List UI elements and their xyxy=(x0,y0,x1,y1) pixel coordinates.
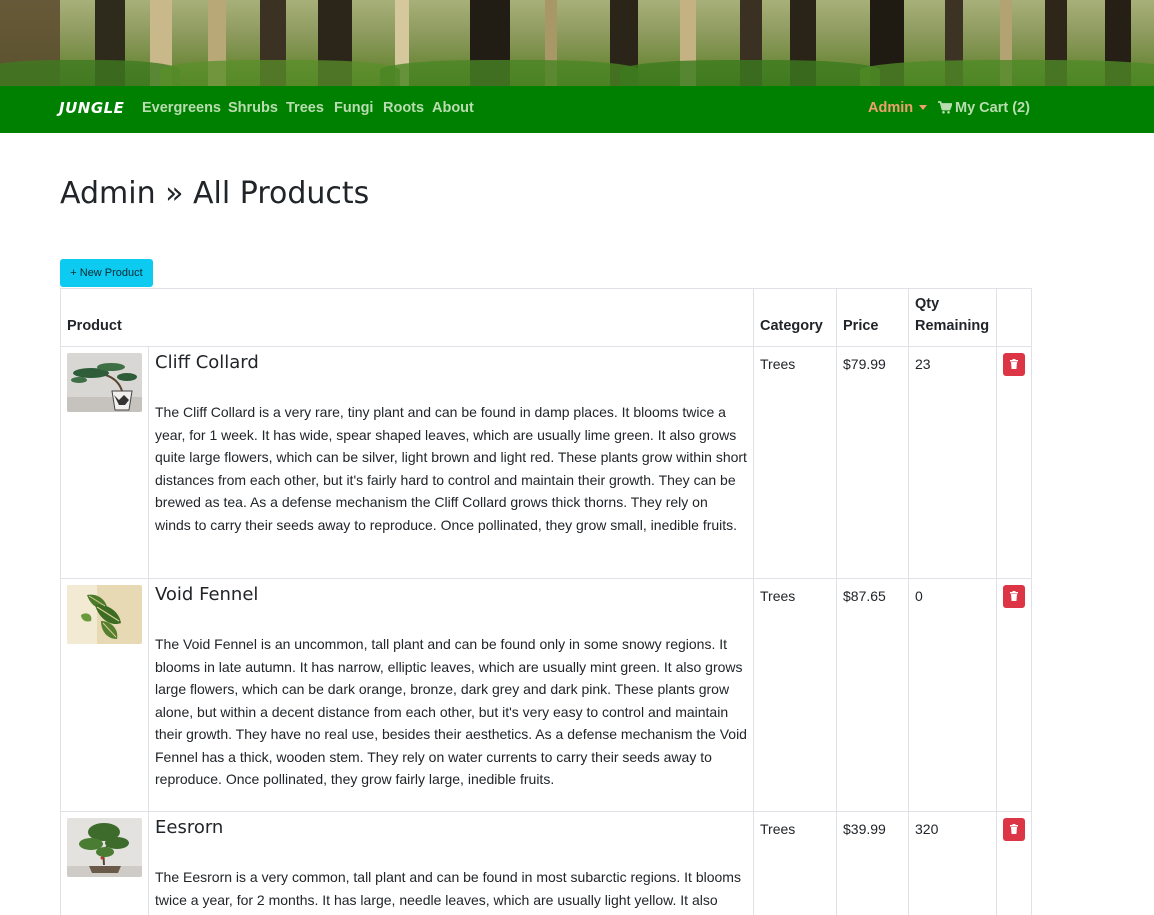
product-price-cell: $87.65 xyxy=(836,578,909,812)
header-qty-remaining: Qty Remaining xyxy=(908,288,997,347)
product-category-cell: Trees xyxy=(753,811,837,915)
product-price-cell: $79.99 xyxy=(836,346,909,579)
product-image-cell xyxy=(60,346,149,579)
product-qty: 23 xyxy=(915,356,931,372)
product-actions-cell xyxy=(996,578,1032,812)
trash-icon xyxy=(1010,359,1018,369)
nav-link-trees[interactable]: Trees xyxy=(286,100,324,116)
product-qty-cell: 0 xyxy=(908,578,997,812)
nav-link-shrubs[interactable]: Shrubs xyxy=(228,100,278,116)
product-image-cell xyxy=(60,811,149,915)
nav-link-about[interactable]: About xyxy=(432,100,474,116)
nav-link-roots[interactable]: Roots xyxy=(383,100,424,116)
product-qty-cell: 23 xyxy=(908,346,997,579)
new-product-button[interactable]: + New Product xyxy=(60,259,153,287)
product-name[interactable]: Eesrorn xyxy=(155,817,747,839)
product-actions-cell xyxy=(996,811,1032,915)
product-image[interactable] xyxy=(67,353,142,412)
my-cart-link[interactable]: My Cart (2) xyxy=(938,100,1030,116)
my-cart-label: My Cart (2) xyxy=(955,100,1030,116)
product-price: $87.65 xyxy=(843,588,886,604)
product-category-cell: Trees xyxy=(753,346,837,579)
brand-logo[interactable]: JUNGLE xyxy=(59,99,124,117)
delete-product-button[interactable] xyxy=(1003,585,1025,608)
product-info-cell: Cliff Collard The Cliff Collard is a ver… xyxy=(148,346,754,579)
nav-link-evergreens[interactable]: Evergreens xyxy=(142,100,221,116)
admin-dropdown[interactable]: Admin xyxy=(868,100,928,116)
trash-icon xyxy=(1010,591,1018,601)
top-navbar: JUNGLE Evergreens Shrubs Trees Fungi Roo… xyxy=(0,86,1154,133)
header-price: Price xyxy=(836,288,909,347)
product-description: The Void Fennel is an uncommon, tall pla… xyxy=(155,636,747,787)
product-info-cell: Void Fennel The Void Fennel is an uncomm… xyxy=(148,578,754,812)
header-category: Category xyxy=(753,288,837,347)
product-image[interactable] xyxy=(67,585,142,644)
product-category-cell: Trees xyxy=(753,578,837,812)
product-qty: 320 xyxy=(915,821,939,837)
product-price: $79.99 xyxy=(843,356,886,372)
page-title: Admin » All Products xyxy=(60,176,370,211)
product-description: The Eesrorn is a very common, tall plant… xyxy=(155,869,741,908)
table-header-row: Product Category Price Qty Remaining xyxy=(60,288,1032,347)
product-qty-cell: 320 xyxy=(908,811,997,915)
admin-dropdown-label: Admin xyxy=(868,100,914,116)
cart-icon xyxy=(938,101,952,114)
product-name[interactable]: Void Fennel xyxy=(155,584,747,606)
products-table: Product Category Price Qty Remaining Cli… xyxy=(60,288,1032,915)
trash-icon xyxy=(1010,824,1018,834)
product-price: $39.99 xyxy=(843,821,886,837)
header-banner-image xyxy=(0,0,1154,86)
nav-link-fungi[interactable]: Fungi xyxy=(334,100,373,116)
header-product: Product xyxy=(60,288,754,347)
product-image[interactable] xyxy=(67,818,142,877)
product-category: Trees xyxy=(760,821,796,837)
product-name[interactable]: Cliff Collard xyxy=(155,352,747,374)
product-actions-cell xyxy=(996,346,1032,579)
product-category: Trees xyxy=(760,356,796,372)
header-actions xyxy=(996,288,1032,347)
product-category: Trees xyxy=(760,588,796,604)
table-row: Cliff Collard The Cliff Collard is a ver… xyxy=(60,346,1032,579)
chevron-down-icon xyxy=(919,105,928,110)
product-qty: 0 xyxy=(915,588,923,604)
table-row: Eesrorn The Eesrorn is a very common, ta… xyxy=(60,811,1032,915)
product-image-cell xyxy=(60,578,149,812)
delete-product-button[interactable] xyxy=(1003,353,1025,376)
delete-product-button[interactable] xyxy=(1003,818,1025,841)
table-row: Void Fennel The Void Fennel is an uncomm… xyxy=(60,578,1032,812)
product-info-cell: Eesrorn The Eesrorn is a very common, ta… xyxy=(148,811,754,915)
product-price-cell: $39.99 xyxy=(836,811,909,915)
product-description: The Cliff Collard is a very rare, tiny p… xyxy=(155,404,747,533)
